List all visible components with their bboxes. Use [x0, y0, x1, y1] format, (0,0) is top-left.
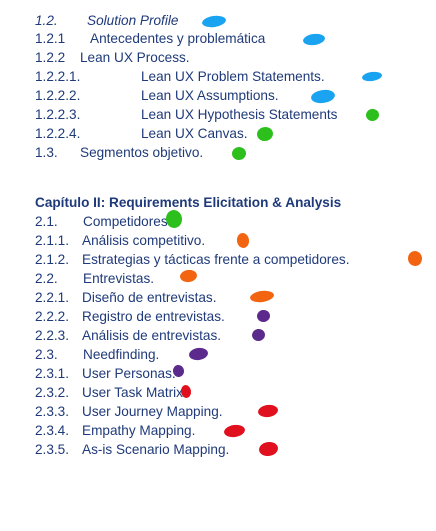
toc-number: 2.3.1.	[35, 366, 70, 381]
toc-title: Diseño de entrevistas.	[82, 290, 217, 305]
toc-number: 2.3.5.	[35, 442, 70, 457]
toc-number: 2.1.1.	[35, 233, 70, 248]
orange-highlight-mark	[236, 232, 250, 249]
blue-highlight-mark	[361, 70, 383, 83]
green-highlight-mark	[365, 108, 380, 122]
toc-number: 1.2.1	[35, 31, 66, 46]
toc-number: 2.2.2.	[35, 309, 70, 324]
toc-title: User Personas.	[82, 366, 176, 381]
toc-title: Análisis competitivo.	[82, 233, 206, 248]
toc-number: 2.3.4.	[35, 423, 70, 438]
toc-title: Segmentos objetivo.	[80, 145, 204, 160]
toc-title: Needfinding.	[83, 347, 160, 362]
toc-title: User Journey Mapping.	[82, 404, 223, 419]
green-highlight-mark	[231, 146, 247, 161]
purple-highlight-mark	[172, 364, 185, 378]
toc-number: 1.2.2	[35, 50, 66, 65]
purple-highlight-mark	[256, 309, 271, 323]
toc-number: 1.2.	[35, 13, 58, 28]
toc-number: 1.3.	[35, 145, 58, 160]
toc-number: 2.2.3.	[35, 328, 70, 343]
red-highlight-mark	[258, 440, 279, 458]
toc-title: Registro de entrevistas.	[82, 309, 225, 324]
toc-title: Estrategias y tácticas frente a competid…	[82, 252, 350, 267]
toc-title: Competidores.	[83, 214, 172, 229]
orange-highlight-mark	[249, 289, 275, 304]
blue-highlight-mark	[310, 88, 336, 105]
chapter-title: Capítulo II: Requirements Elicitation & …	[35, 195, 342, 210]
toc-title: Lean UX Problem Statements.	[141, 69, 325, 84]
toc-title: Antecedentes y problemática	[90, 31, 266, 46]
red-highlight-mark	[257, 403, 279, 419]
toc-number: 2.3.3.	[35, 404, 70, 419]
toc-title: As-is Scenario Mapping.	[82, 442, 230, 457]
toc-number: 1.2.2.4.	[35, 126, 81, 141]
toc-title: Entrevistas.	[83, 271, 155, 286]
green-highlight-mark	[256, 125, 274, 143]
orange-highlight-mark	[407, 250, 423, 267]
toc-title: Solution Profile	[87, 13, 179, 28]
purple-highlight-mark	[188, 346, 209, 362]
toc-number: 2.2.	[35, 271, 58, 286]
toc-number: 1.2.2.1.	[35, 69, 81, 84]
toc-number: 2.2.1.	[35, 290, 70, 305]
toc-number: 1.2.2.2.	[35, 88, 81, 103]
toc-title: Análisis de entrevistas.	[82, 328, 222, 343]
toc-title: Lean UX Process.	[80, 50, 190, 65]
toc-number: 2.1.	[35, 214, 58, 229]
blue-highlight-mark	[201, 14, 227, 29]
toc-title: User Task Matrix.	[82, 385, 187, 400]
orange-highlight-mark	[179, 268, 198, 284]
toc-number: 2.1.2.	[35, 252, 70, 267]
toc-title: Empathy Mapping.	[82, 423, 196, 438]
purple-highlight-mark	[251, 328, 266, 342]
toc-title: Lean UX Canvas.	[141, 126, 248, 141]
toc-number: 2.3.2.	[35, 385, 70, 400]
toc-number: 2.3.	[35, 347, 58, 362]
red-highlight-mark	[223, 423, 246, 439]
toc-title: Lean UX Hypothesis Statements	[141, 107, 338, 122]
toc-number: 1.2.2.3.	[35, 107, 81, 122]
toc-title: Lean UX Assumptions.	[141, 88, 279, 103]
table-of-contents: 1.2. Solution Profile 1.2.1 Antecedentes…	[0, 0, 436, 531]
blue-highlight-mark	[302, 32, 326, 47]
